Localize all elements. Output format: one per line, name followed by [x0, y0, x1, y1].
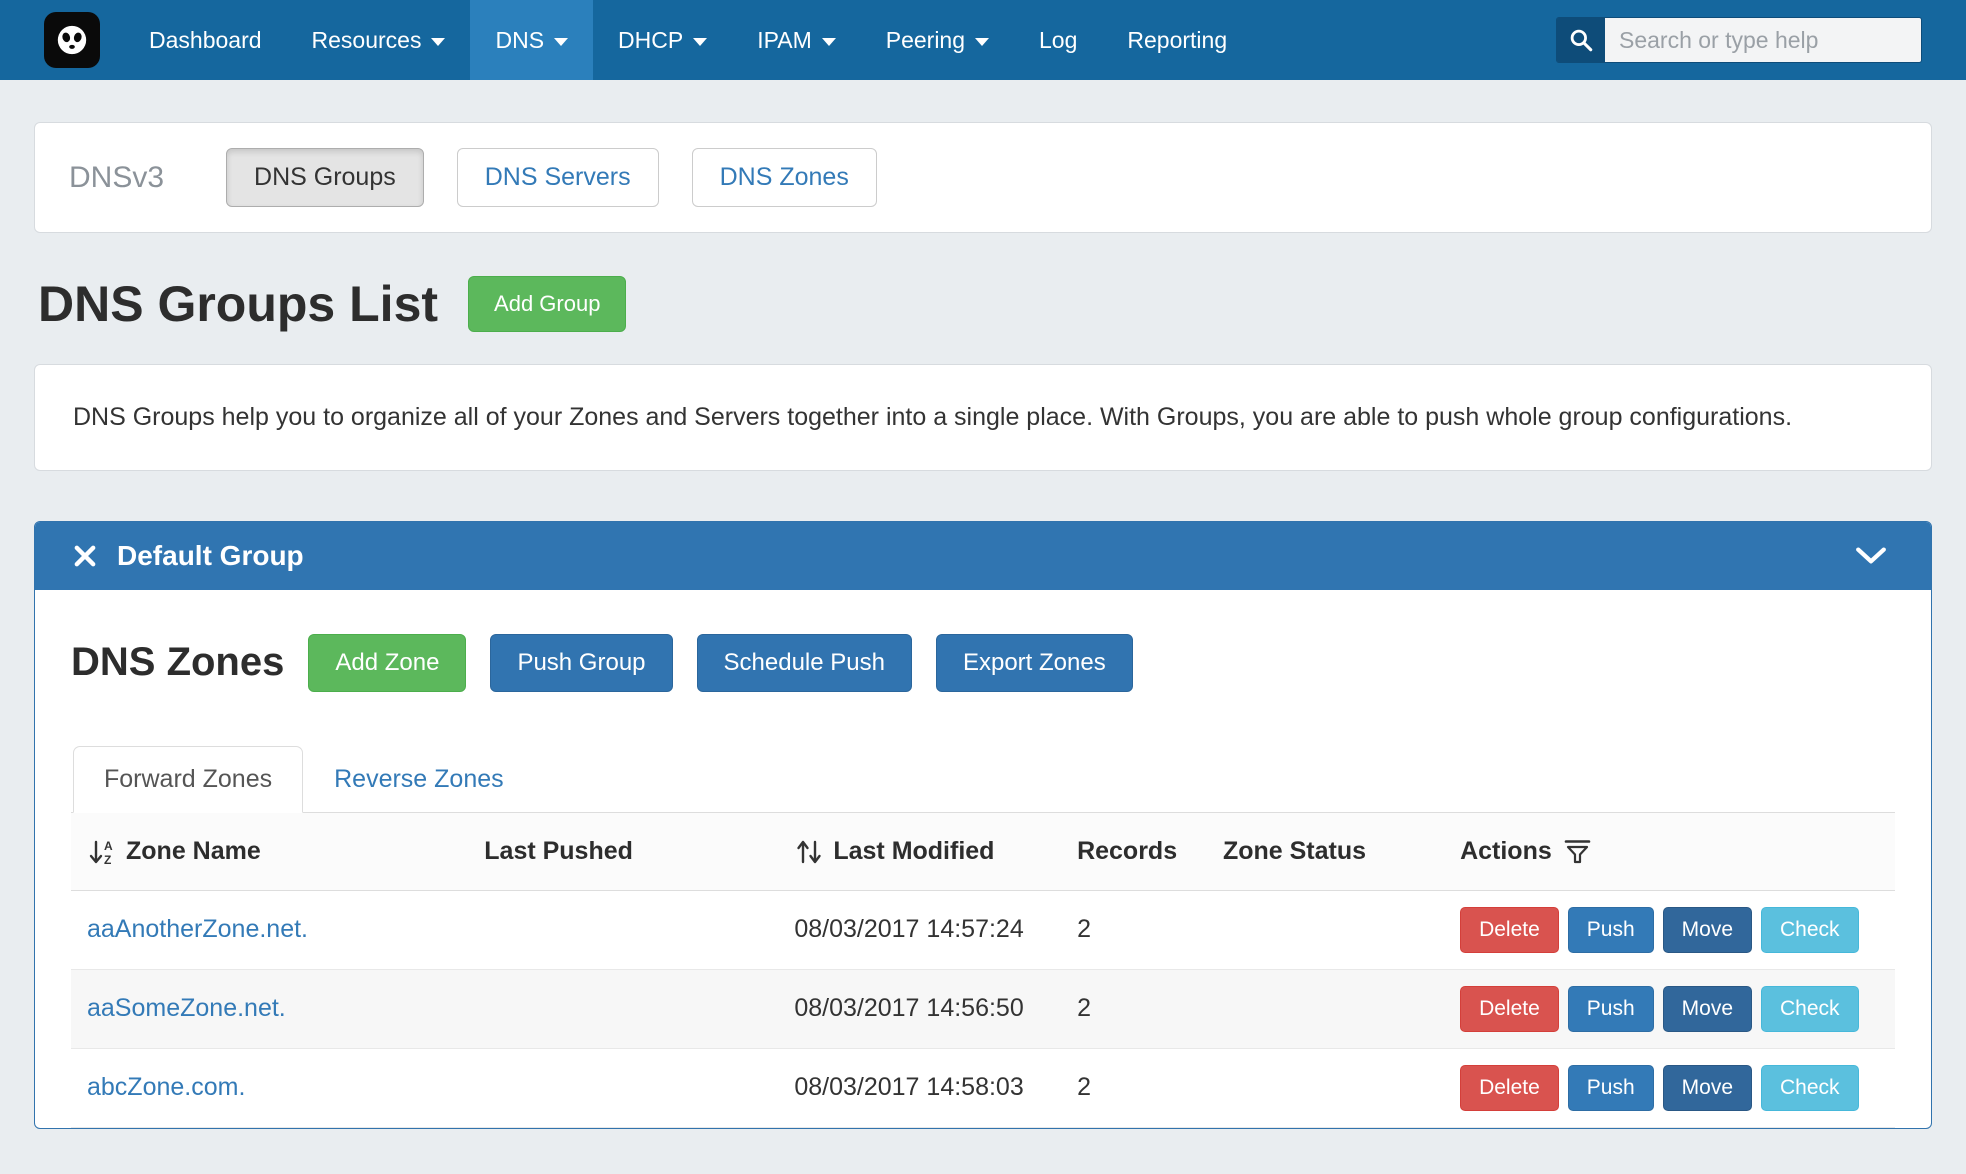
move-button[interactable]: Move: [1663, 907, 1752, 953]
move-button[interactable]: Move: [1663, 1065, 1752, 1111]
last-pushed-cell: [472, 1048, 782, 1127]
svg-text:A: A: [104, 839, 113, 853]
table-header-row: A Z Zone Name Last Pushed: [71, 813, 1895, 891]
caret-down-icon: [822, 38, 836, 46]
last-modified-cell: 08/03/2017 14:58:03: [782, 1048, 1065, 1127]
zones-toolbar: DNS Zones Add Zone Push Group Schedule P…: [71, 634, 1895, 692]
caret-down-icon: [431, 38, 445, 46]
add-zone-button[interactable]: Add Zone: [308, 634, 466, 692]
zone-name-link[interactable]: aaSomeZone.net.: [87, 994, 286, 1022]
push-button[interactable]: Push: [1568, 1065, 1654, 1111]
delete-button[interactable]: Delete: [1460, 1065, 1559, 1111]
zones-table-body: aaAnotherZone.net. 08/03/2017 14:57:24 2…: [71, 890, 1895, 1127]
panda-logo-graphic: [51, 19, 93, 61]
check-button[interactable]: Check: [1761, 986, 1859, 1032]
table-row: aaAnotherZone.net. 08/03/2017 14:57:24 2…: [71, 890, 1895, 969]
zone-name-link[interactable]: aaAnotherZone.net.: [87, 915, 308, 943]
top-navbar: Dashboard Resources DNS DHCP IPAM Peerin…: [0, 0, 1966, 80]
add-group-button[interactable]: Add Group: [468, 276, 626, 332]
zone-name-link[interactable]: abcZone.com.: [87, 1073, 245, 1101]
check-button[interactable]: Check: [1761, 907, 1859, 953]
check-button[interactable]: Check: [1761, 1065, 1859, 1111]
push-button[interactable]: Push: [1568, 986, 1654, 1032]
col-header-records: Records: [1065, 813, 1211, 891]
global-search: [1556, 17, 1922, 63]
table-row: aaSomeZone.net. 08/03/2017 14:56:50 2 De…: [71, 969, 1895, 1048]
push-group-button[interactable]: Push Group: [490, 634, 672, 692]
nav-item-resources[interactable]: Resources: [287, 0, 471, 80]
default-group-panel: Default Group DNS Zones Add Zone Push Gr…: [34, 521, 1932, 1129]
actions-cell: DeletePushMoveCheck: [1448, 1048, 1895, 1127]
nav-item-ipam[interactable]: IPAM: [732, 0, 861, 80]
page-heading-row: DNS Groups List Add Group: [34, 275, 1932, 333]
delete-button[interactable]: Delete: [1460, 907, 1559, 953]
zone-status-cell: [1211, 890, 1448, 969]
tab-reverse-zones[interactable]: Reverse Zones: [303, 746, 535, 813]
group-title: Default Group: [117, 540, 304, 572]
page-container: DNSv3 DNS Groups DNS Servers DNS Zones D…: [34, 122, 1932, 1129]
nav-item-dhcp[interactable]: DHCP: [593, 0, 732, 80]
actions-cell: DeletePushMoveCheck: [1448, 890, 1895, 969]
zone-status-cell: [1211, 969, 1448, 1048]
dns-zones-button[interactable]: DNS Zones: [692, 148, 877, 207]
last-pushed-cell: [472, 969, 782, 1048]
zones-table: A Z Zone Name Last Pushed: [71, 813, 1895, 1128]
col-header-actions: Actions: [1448, 813, 1895, 891]
sort-updown-icon: [794, 838, 824, 866]
push-button[interactable]: Push: [1568, 907, 1654, 953]
subnav-title: DNSv3: [69, 161, 164, 195]
delete-button[interactable]: Delete: [1460, 986, 1559, 1032]
move-button[interactable]: Move: [1663, 986, 1752, 1032]
last-modified-cell: 08/03/2017 14:56:50: [782, 969, 1065, 1048]
actions-cell: DeletePushMoveCheck: [1448, 969, 1895, 1048]
dns-groups-button[interactable]: DNS Groups: [226, 148, 424, 207]
info-text: DNS Groups help you to organize all of y…: [73, 403, 1792, 431]
last-pushed-cell: [472, 890, 782, 969]
schedule-push-button[interactable]: Schedule Push: [697, 634, 912, 692]
col-header-last-modified[interactable]: Last Modified: [782, 813, 1065, 891]
records-cell: 2: [1065, 969, 1211, 1048]
caret-down-icon: [693, 38, 707, 46]
search-icon[interactable]: [1557, 18, 1605, 62]
chevron-down-icon[interactable]: [1855, 546, 1887, 566]
group-header[interactable]: Default Group: [35, 522, 1931, 590]
tab-forward-zones[interactable]: Forward Zones: [73, 746, 303, 813]
caret-down-icon: [554, 38, 568, 46]
page-title: DNS Groups List: [38, 275, 438, 333]
zones-heading: DNS Zones: [71, 640, 284, 685]
records-cell: 2: [1065, 890, 1211, 969]
nav-item-log[interactable]: Log: [1014, 0, 1102, 80]
main-nav: Dashboard Resources DNS DHCP IPAM Peerin…: [124, 0, 1252, 80]
col-header-zone-status: Zone Status: [1211, 813, 1448, 891]
zone-status-cell: [1211, 1048, 1448, 1127]
filter-icon[interactable]: [1564, 839, 1591, 865]
nav-item-reporting[interactable]: Reporting: [1102, 0, 1252, 80]
col-header-last-pushed: Last Pushed: [472, 813, 782, 891]
zones-tabs: Forward Zones Reverse Zones: [71, 746, 1895, 813]
panda-logo[interactable]: [44, 12, 100, 68]
last-modified-cell: 08/03/2017 14:57:24: [782, 890, 1065, 969]
table-row: abcZone.com. 08/03/2017 14:58:03 2 Delet…: [71, 1048, 1895, 1127]
svg-text:Z: Z: [104, 853, 111, 866]
x-icon[interactable]: [73, 544, 97, 568]
export-zones-button[interactable]: Export Zones: [936, 634, 1133, 692]
search-input[interactable]: [1605, 18, 1921, 62]
dns-servers-button[interactable]: DNS Servers: [457, 148, 659, 207]
info-panel: DNS Groups help you to organize all of y…: [34, 364, 1932, 471]
nav-item-dns[interactable]: DNS: [470, 0, 593, 80]
nav-item-peering[interactable]: Peering: [861, 0, 1014, 80]
nav-item-dashboard[interactable]: Dashboard: [124, 0, 287, 80]
records-cell: 2: [1065, 1048, 1211, 1127]
group-body: DNS Zones Add Zone Push Group Schedule P…: [35, 590, 1931, 1128]
caret-down-icon: [975, 38, 989, 46]
col-header-zone-name[interactable]: A Z Zone Name: [71, 813, 472, 891]
dnsv3-subnav: DNSv3 DNS Groups DNS Servers DNS Zones: [34, 122, 1932, 233]
sort-alpha-icon: A Z: [87, 838, 117, 866]
